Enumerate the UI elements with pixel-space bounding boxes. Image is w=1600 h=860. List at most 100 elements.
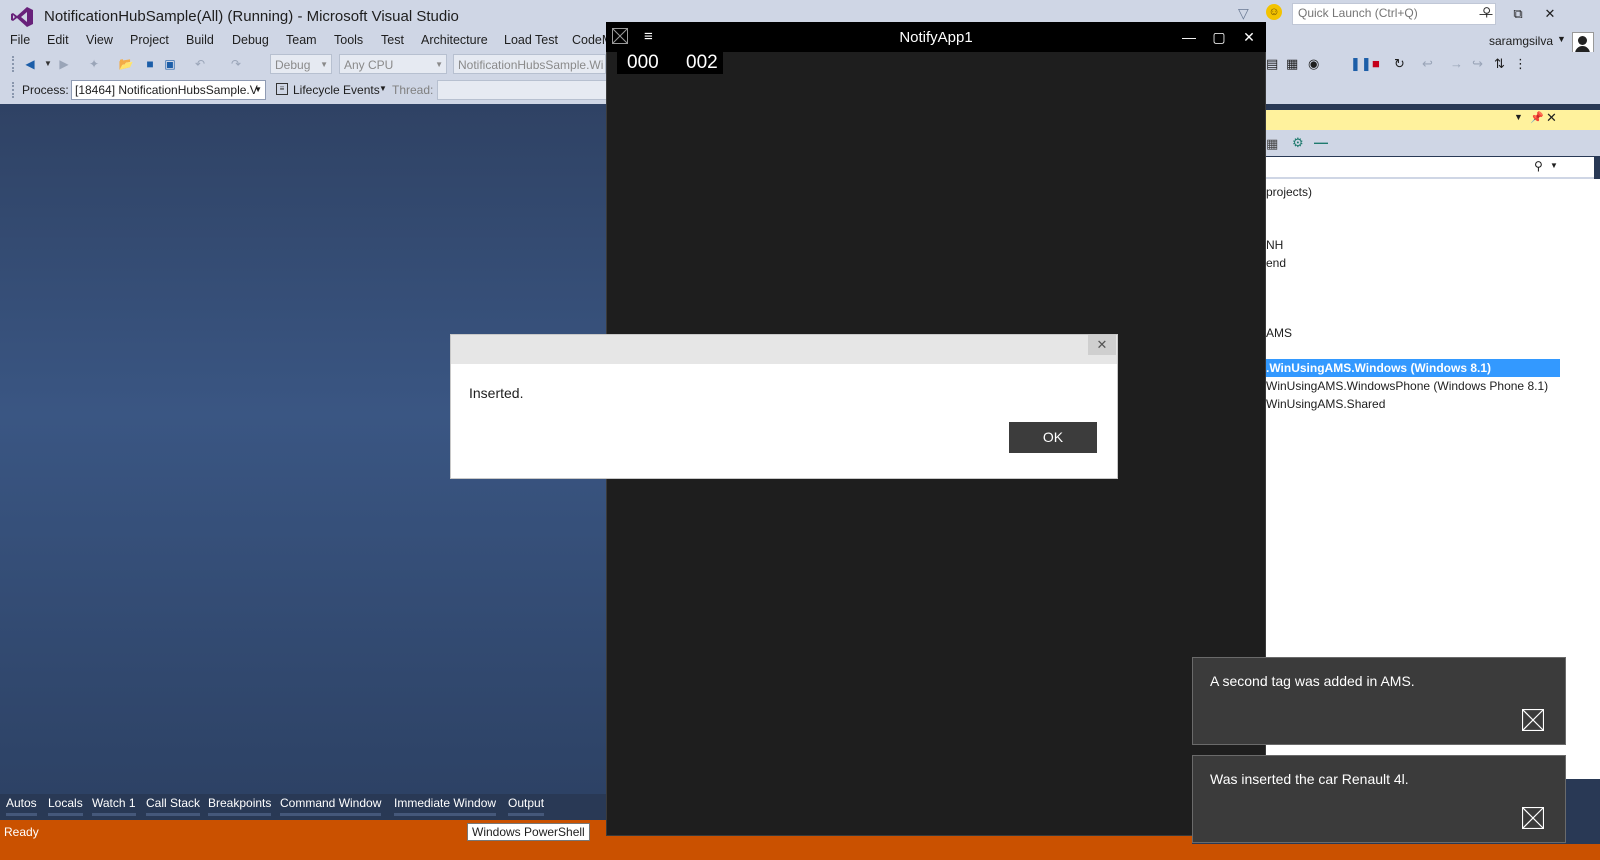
menu-file[interactable]: File xyxy=(10,33,30,47)
solution-explorer-search[interactable] xyxy=(1266,157,1594,179)
status-bar-strip xyxy=(0,844,1600,860)
tree-item[interactable]: AMS xyxy=(1266,326,1292,340)
search-icon[interactable]: ⚲ xyxy=(1534,159,1543,173)
properties-icon[interactable]: ⚙ xyxy=(1292,135,1304,151)
collapse-all-icon[interactable]: — xyxy=(1314,134,1328,150)
tree-item[interactable]: end xyxy=(1266,256,1286,270)
toolbar-grip[interactable] xyxy=(12,56,17,72)
status-text: Ready xyxy=(4,825,39,839)
tag-item[interactable]: 000 xyxy=(627,52,659,74)
pin-icon[interactable]: 📌 xyxy=(1530,111,1544,124)
user-menu-caret-icon[interactable]: ▼ xyxy=(1557,34,1566,44)
quick-launch-input[interactable] xyxy=(1293,4,1475,22)
dialog-titlebar xyxy=(451,335,1117,364)
stop-debugging-icon[interactable]: ■ xyxy=(1372,56,1380,71)
chevron-down-icon: ▼ xyxy=(435,60,443,69)
close-icon[interactable]: ✕ xyxy=(1546,110,1557,126)
app-minimize-button[interactable]: — xyxy=(1179,28,1199,46)
toast-text: Was inserted the car Renault 4l. xyxy=(1210,771,1409,787)
window-position-caret-icon[interactable]: ▼ xyxy=(1514,112,1523,122)
menu-test[interactable]: Test xyxy=(381,33,404,47)
menu-team[interactable]: Team xyxy=(286,33,317,47)
back-dropdown-icon[interactable]: ▼ xyxy=(40,56,56,72)
process-select[interactable]: [18464] NotificationHubsSample.V ▼ xyxy=(71,80,266,100)
restart-icon[interactable]: ↻ xyxy=(1394,56,1405,72)
tab-call-stack[interactable]: Call Stack xyxy=(146,796,201,816)
navigate-forward-icon[interactable]: ▶ xyxy=(56,56,72,72)
tab-output[interactable]: Output xyxy=(508,796,545,816)
show-threads-icon[interactable]: ▤ xyxy=(1266,56,1278,72)
app-close-button[interactable]: ✕ xyxy=(1239,28,1259,46)
restore-button[interactable]: ⧉ xyxy=(1506,4,1530,24)
toast-notification[interactable] xyxy=(1192,755,1566,843)
toolbar-grip[interactable] xyxy=(12,82,17,98)
app-maximize-button[interactable]: ▢ xyxy=(1209,28,1229,46)
dialog-message: Inserted. xyxy=(469,385,524,401)
menu-architecture[interactable]: Architecture xyxy=(421,33,488,47)
save-all-icon[interactable]: ▣ xyxy=(162,56,178,72)
search-options-caret-icon[interactable]: ▼ xyxy=(1550,161,1558,170)
navigate-back-icon[interactable]: ◀ xyxy=(22,56,38,72)
redo-icon[interactable]: ↷ xyxy=(228,56,244,72)
tab-command-window[interactable]: Command Window xyxy=(280,796,382,816)
memory-window-icon[interactable]: ▦ xyxy=(1286,56,1298,72)
new-project-icon[interactable]: ✦ xyxy=(86,56,102,72)
visual-studio-logo-icon xyxy=(11,7,33,27)
dialog-close-button[interactable]: ✕ xyxy=(1088,335,1116,355)
taskbar-tooltip: Windows PowerShell xyxy=(467,823,590,841)
chevron-down-icon: ▼ xyxy=(320,60,328,69)
menu-tools[interactable]: Tools xyxy=(334,33,363,47)
show-all-files-icon[interactable]: ▦ xyxy=(1266,136,1278,152)
show-next-statement-icon[interactable]: ↩ xyxy=(1422,56,1433,72)
browser-link-icon[interactable]: ◉ xyxy=(1308,56,1319,72)
user-name[interactable]: saramgsilva xyxy=(1489,34,1553,48)
open-file-icon[interactable]: 📂 xyxy=(118,56,134,72)
startup-project-select[interactable]: NotificationHubsSample.Wi xyxy=(453,54,606,74)
toolbar-options-icon[interactable]: ⋮ xyxy=(1514,56,1527,72)
tab-watch-1[interactable]: Watch 1 xyxy=(92,796,136,816)
app-title: NotifyApp1 xyxy=(899,29,973,46)
menu-debug[interactable]: Debug xyxy=(232,33,269,47)
lifecycle-events-icon[interactable]: ≡ xyxy=(276,83,288,95)
tree-item-selected[interactable]: .WinUsingAMS.Windows (Windows 8.1) xyxy=(1266,361,1491,375)
solution-platform-select[interactable]: Any CPU ▼ xyxy=(339,54,447,74)
quick-launch[interactable]: ⚲ xyxy=(1292,3,1496,25)
save-icon[interactable]: ■ xyxy=(142,56,158,72)
tree-item[interactable]: NH xyxy=(1266,238,1283,252)
tab-locals[interactable]: Locals xyxy=(48,796,83,816)
undo-icon[interactable]: ↶ xyxy=(192,56,208,72)
solution-configuration-select[interactable]: Debug ▼ xyxy=(270,54,332,74)
step-out-icon[interactable]: ⇅ xyxy=(1494,56,1505,72)
tab-immediate-window[interactable]: Immediate Window xyxy=(394,796,497,816)
minimize-button[interactable]: — xyxy=(1474,4,1498,24)
step-over-icon[interactable]: ↪ xyxy=(1472,56,1483,72)
thread-label: Thread: xyxy=(392,83,434,97)
menu-build[interactable]: Build xyxy=(186,33,214,47)
chevron-down-icon[interactable]: ▼ xyxy=(379,84,387,93)
tree-item[interactable]: WinUsingAMS.WindowsPhone (Windows Phone … xyxy=(1266,379,1548,393)
tab-autos[interactable]: Autos xyxy=(6,796,37,816)
thread-select[interactable] xyxy=(437,80,607,100)
tab-breakpoints[interactable]: Breakpoints xyxy=(208,796,272,816)
notifications-filter-icon[interactable]: ▽ xyxy=(1238,5,1254,21)
startup-project-value: NotificationHubsSample.Wi xyxy=(458,58,604,72)
menu-project[interactable]: Project xyxy=(130,33,169,47)
ok-button[interactable]: OK xyxy=(1009,422,1097,453)
step-into-icon[interactable]: → xyxy=(1450,56,1463,71)
menu-load-test[interactable]: Load Test xyxy=(504,33,558,47)
menu-edit[interactable]: Edit xyxy=(47,33,69,47)
process-label: Process: xyxy=(22,83,69,97)
tag-item[interactable]: 002 xyxy=(686,52,718,74)
tree-item[interactable]: projects) xyxy=(1266,185,1312,199)
chevron-down-icon: ▼ xyxy=(254,85,262,94)
tree-item[interactable]: WinUsingAMS.Shared xyxy=(1266,397,1385,411)
menu-view[interactable]: View xyxy=(86,33,113,47)
toast-text: A second tag was added in AMS. xyxy=(1210,673,1415,689)
close-button[interactable]: ✕ xyxy=(1538,4,1562,24)
toast-app-icon xyxy=(1522,709,1544,731)
feedback-smiley-icon[interactable]: ☺ xyxy=(1266,4,1282,20)
break-all-icon[interactable]: ❚❚ xyxy=(1350,56,1372,72)
solution-platform-value: Any CPU xyxy=(344,58,394,72)
lifecycle-events-button[interactable]: Lifecycle Events xyxy=(293,83,380,97)
toast-notification[interactable] xyxy=(1192,657,1566,745)
